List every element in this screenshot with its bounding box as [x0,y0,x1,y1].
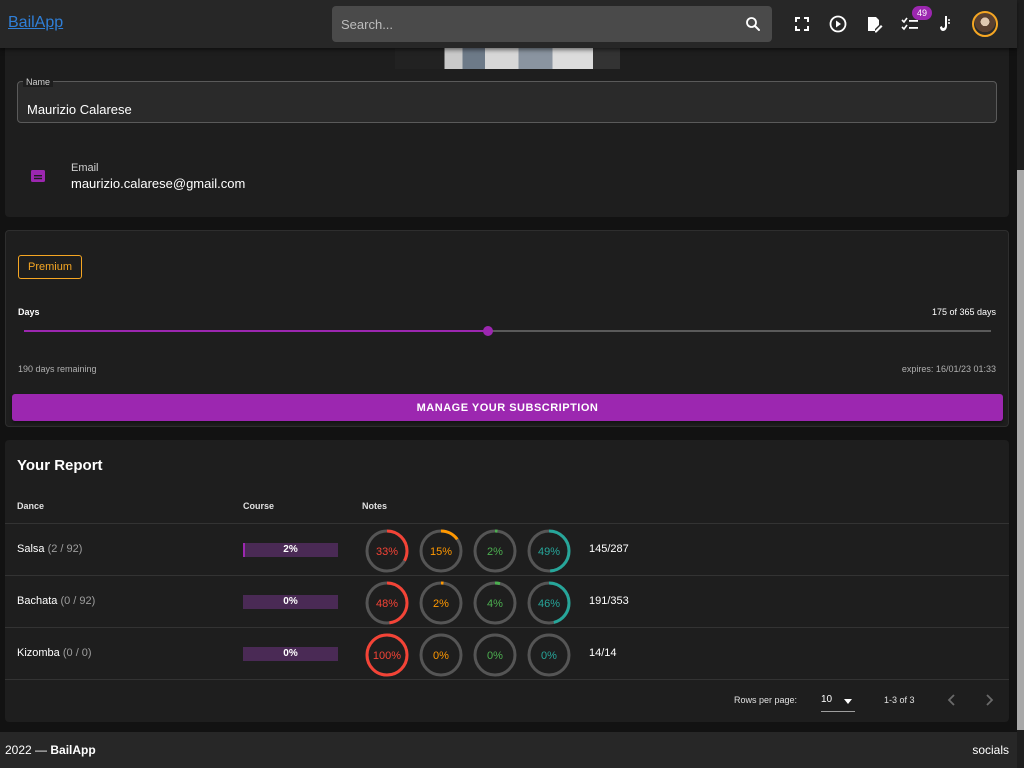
course-progress: 0% [243,647,338,661]
days-slider-fill [24,330,488,332]
notes-total: 145/287 [589,543,629,555]
course-percent: 2% [283,544,298,555]
note-ring: 49% [527,529,571,573]
course-progress: 2% [243,543,338,557]
note-percent: 33% [376,546,398,558]
note-ring: 15% [419,529,463,573]
days-remaining: 190 days remaining [18,364,97,374]
note-percent: 0% [487,650,503,662]
dance-count: (2 / 92) [47,543,83,555]
email-card-icon [31,170,45,182]
note-ring: 33% [365,529,409,573]
footer-year: 2022 — [5,743,48,757]
header-notes: Notes [362,501,388,511]
search-box[interactable] [332,6,772,42]
dance-label: Salsa [17,543,45,555]
brand-link[interactable]: BailApp [8,14,63,32]
email-value: maurizio.calarese@gmail.com [71,176,246,191]
footer-socials[interactable]: socials [972,743,1009,757]
course-percent: 0% [283,648,298,659]
name-label: Name [23,77,54,87]
note-ring: 2% [419,581,463,625]
note-percent: 0% [541,650,557,662]
note-ring: 100% [365,633,409,677]
note-percent: 2% [487,546,503,558]
chevron-right-icon[interactable] [982,693,996,707]
dance-label: Kizomba [17,647,60,659]
note-percent: 46% [538,598,560,610]
note-percent: 2% [433,598,449,610]
course-progress: 0% [243,595,338,609]
footer: 2022 — BailApp socials [0,732,1017,768]
search-input[interactable] [341,6,731,42]
notes-total: 191/353 [589,595,629,607]
email-label: Email [71,162,99,174]
table-row: Kizomba (0 / 0) 0% 100% 0% 0% 0% 14/14 [5,627,1009,679]
scrollbar-thumb[interactable] [1017,170,1024,730]
rows-per-page-value: 10 [821,694,833,705]
subscription-card: Premium Days 175 of 365 days 190 days re… [5,230,1009,427]
table-row: Salsa (2 / 92) 2% 33% 15% 2% 49% 145/287 [5,523,1009,575]
note-ring: 4% [473,581,517,625]
days-label: Days [18,307,40,317]
footer-brand: BailApp [50,743,96,757]
chevron-left-icon[interactable] [945,693,959,707]
note-percent: 48% [376,598,398,610]
note-ring: 48% [365,581,409,625]
notes-total: 14/14 [589,647,617,659]
report-card: Your Report Dance Course Notes Salsa (2 … [5,440,1009,722]
fullscreen-icon[interactable] [791,13,813,35]
note-ring: 0% [527,633,571,677]
dance-label: Bachata [17,595,58,607]
name-value[interactable]: Maurizio Calarese [27,102,132,117]
header-dance: Dance [17,501,45,511]
report-title: Your Report [17,457,103,474]
note-ring: 0% [473,633,517,677]
note-percent: 4% [487,598,503,610]
profile-photo [395,48,620,69]
name-field[interactable]: Maurizio Calarese [17,81,997,123]
saxophone-icon[interactable] [935,13,957,35]
dance-count: (0 / 92) [60,595,96,607]
rows-per-page-label: Rows per page: [734,695,798,705]
avatar[interactable] [972,11,998,37]
footer-copyright: 2022 — BailApp [5,743,96,757]
page-scrollbar[interactable] [1017,0,1024,768]
rows-per-page-select[interactable]: 10 [821,694,855,712]
header-course: Course [243,501,275,511]
days-slider[interactable] [24,326,991,336]
edit-note-icon[interactable] [863,13,885,35]
table-row: Bachata (0 / 92) 0% 48% 2% 4% 46% 191/353 [5,575,1009,627]
app-bar: BailApp 49 [0,0,1017,48]
caret-down-icon [844,699,852,704]
table-divider [5,679,1009,680]
plan-badge: Premium [18,255,82,279]
dance-count: (0 / 0) [62,647,92,659]
dance-name: Kizomba (0 / 0) [17,647,92,659]
note-percent: 0% [433,650,449,662]
note-ring: 46% [527,581,571,625]
play-circle-icon[interactable] [827,13,849,35]
note-percent: 100% [373,650,401,662]
pagination-range: 1-3 of 3 [884,695,915,705]
course-percent: 0% [283,596,298,607]
dance-name: Bachata (0 / 92) [17,595,95,607]
notification-badge: 49 [912,6,932,20]
note-ring: 0% [419,633,463,677]
note-percent: 49% [538,546,560,558]
note-ring: 2% [473,529,517,573]
days-slider-thumb[interactable] [482,326,493,336]
manage-subscription-button[interactable]: MANAGE YOUR SUBSCRIPTION [12,394,1003,421]
expires-date: expires: 16/01/23 01:33 [901,364,996,374]
search-icon[interactable] [744,15,762,33]
note-percent: 15% [430,546,452,558]
dance-name: Salsa (2 / 92) [17,543,82,555]
days-count: 175 of 365 days [931,307,996,317]
